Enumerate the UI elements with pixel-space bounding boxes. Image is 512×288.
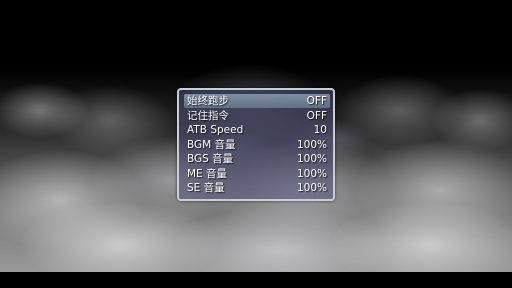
game-screen: 始终跑步 OFF 记住指令 OFF ATB Speed 10 BGM 音量 10… xyxy=(0,0,512,288)
option-value: OFF xyxy=(306,110,327,122)
option-se-volume[interactable]: SE 音量 100% xyxy=(184,181,330,195)
option-bgm-volume[interactable]: BGM 音量 100% xyxy=(184,138,330,152)
option-label: ATB Speed xyxy=(187,124,244,136)
option-value: 10 xyxy=(313,124,327,136)
option-always-dash[interactable]: 始终跑步 OFF xyxy=(184,94,330,108)
option-value: 100% xyxy=(296,182,327,194)
option-label: ME 音量 xyxy=(187,168,228,180)
option-label: SE 音量 xyxy=(187,182,225,194)
option-me-volume[interactable]: ME 音量 100% xyxy=(184,167,330,181)
option-command-remember[interactable]: 记住指令 OFF xyxy=(184,109,330,123)
option-value: 100% xyxy=(296,168,327,180)
option-label: 始终跑步 xyxy=(187,95,229,107)
bottom-black-bar xyxy=(0,272,512,288)
option-bgs-volume[interactable]: BGS 音量 100% xyxy=(184,152,330,166)
option-label: BGM 音量 xyxy=(187,139,236,151)
option-value: 100% xyxy=(296,139,327,151)
option-value: 100% xyxy=(296,153,327,165)
option-atb-speed[interactable]: ATB Speed 10 xyxy=(184,123,330,137)
option-label: 记住指令 xyxy=(187,110,229,122)
options-window: 始终跑步 OFF 记住指令 OFF ATB Speed 10 BGM 音量 10… xyxy=(177,88,335,201)
option-label: BGS 音量 xyxy=(187,153,234,165)
option-value: OFF xyxy=(306,95,327,107)
